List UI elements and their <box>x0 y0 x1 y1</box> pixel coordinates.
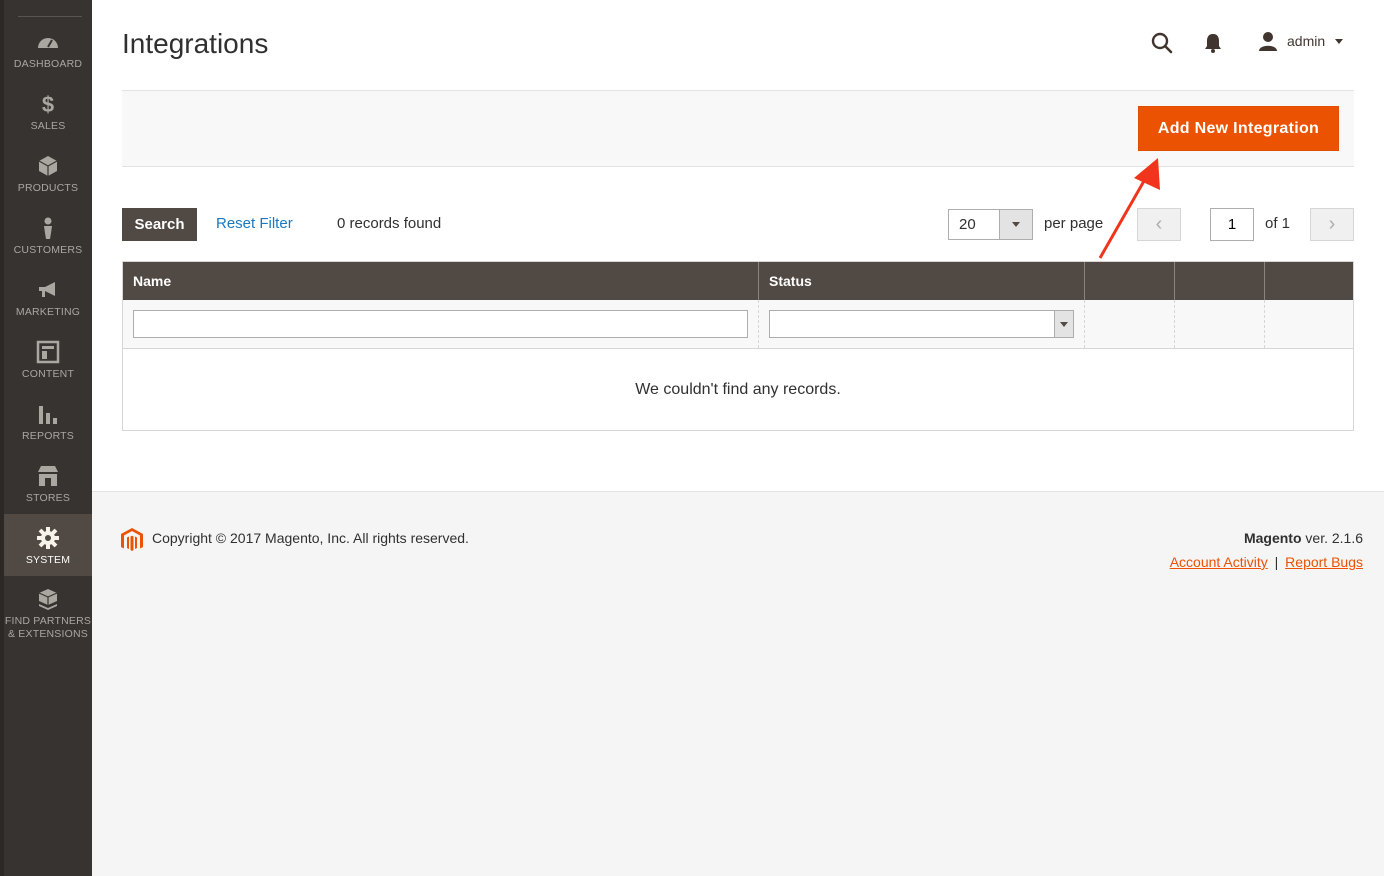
sidebar-item-find-partners[interactable]: FIND PARTNERS & EXTENSIONS <box>4 588 92 644</box>
sidebar-item-label: SALES <box>30 120 66 132</box>
cube-icon <box>38 156 58 176</box>
user-icon <box>1259 32 1277 51</box>
filter-cell-name <box>123 300 759 348</box>
magento-logo-icon <box>121 528 143 551</box>
grid-header-row: Name Status <box>123 262 1353 300</box>
column-header-empty <box>1085 262 1175 300</box>
sidebar-item-label: PRODUCTS <box>17 182 79 194</box>
sidebar-item-products[interactable]: PRODUCTS <box>4 154 92 216</box>
boxes-icon <box>38 589 58 610</box>
name-filter-input[interactable] <box>133 310 748 338</box>
sidebar-divider <box>18 16 82 17</box>
sidebar-item-customers[interactable]: CUSTOMERS <box>4 216 92 278</box>
bell-icon[interactable] <box>1203 32 1223 54</box>
sidebar-item-content[interactable]: CONTENT <box>4 340 92 402</box>
sidebar-item-label: FIND PARTNERS <box>4 615 92 627</box>
sidebar-item-sales[interactable]: $ SALES <box>4 92 92 154</box>
column-header-empty <box>1265 262 1353 300</box>
add-new-integration-button[interactable]: Add New Integration <box>1138 106 1339 151</box>
megaphone-icon <box>39 282 55 297</box>
filter-cell-empty <box>1085 300 1175 348</box>
per-page-dropdown-icon[interactable] <box>999 210 1032 239</box>
dashboard-icon <box>38 38 58 48</box>
account-activity-link[interactable]: Account Activity <box>1170 554 1268 570</box>
per-page-value: 20 <box>959 216 976 233</box>
chevron-down-icon <box>1335 39 1343 44</box>
sidebar-item-system[interactable]: SYSTEM <box>4 514 92 576</box>
sidebar-item-dashboard[interactable]: DASHBOARD <box>4 30 92 92</box>
layout-icon <box>36 340 60 364</box>
admin-sidebar: DASHBOARD $ SALES PRODUCTS CUSTOMERS MAR… <box>0 0 92 876</box>
per-page-select[interactable]: 20 <box>948 209 1033 240</box>
empty-grid-message: We couldn't find any records. <box>123 349 1353 430</box>
version-info: Magento ver. 2.1.6 <box>1244 530 1363 546</box>
page-number-input[interactable] <box>1210 208 1254 241</box>
page-footer: Copyright © 2017 Magento, Inc. All right… <box>92 491 1384 876</box>
chevron-right-icon: › <box>1328 213 1336 235</box>
user-menu[interactable]: admin <box>1258 30 1348 54</box>
reset-filter-link[interactable]: Reset Filter <box>216 215 293 232</box>
sidebar-item-label: REPORTS <box>22 430 74 442</box>
svg-text:$: $ <box>42 92 54 116</box>
column-header-status[interactable]: Status <box>759 262 1085 300</box>
filter-cell-empty <box>1175 300 1265 348</box>
filter-cell-status <box>759 300 1085 348</box>
status-filter-select[interactable] <box>769 310 1074 338</box>
gear-icon <box>37 527 59 549</box>
sidebar-item-label: CUSTOMERS <box>13 244 83 256</box>
sidebar-item-marketing[interactable]: MARKETING <box>4 278 92 340</box>
column-header-name[interactable]: Name <box>123 262 759 300</box>
sidebar-item-label: CONTENT <box>21 368 75 380</box>
sidebar-item-label: DASHBOARD <box>13 58 83 70</box>
sidebar-item-label: STORES <box>25 492 71 504</box>
main-content: Integrations admin Add New Integration S… <box>92 0 1384 491</box>
brand-name: Magento <box>1243 530 1302 546</box>
version-number: ver. 2.1.6 <box>1301 530 1363 546</box>
search-button[interactable]: Search <box>122 208 197 241</box>
store-icon <box>38 466 58 486</box>
integrations-grid: Name Status We couldn't find any records… <box>122 261 1354 431</box>
copyright-text: Copyright © 2017 Magento, Inc. All right… <box>152 530 469 546</box>
column-header-empty <box>1175 262 1265 300</box>
page-title: Integrations <box>122 28 269 59</box>
grid-filter-row <box>123 300 1353 349</box>
next-page-button[interactable]: › <box>1310 208 1354 241</box>
person-icon <box>44 217 52 239</box>
report-bugs-link[interactable]: Report Bugs <box>1285 554 1363 570</box>
link-separator: | <box>1274 554 1279 570</box>
records-found-count: 0 records found <box>337 215 442 232</box>
chevron-down-icon <box>1054 311 1073 337</box>
sidebar-item-reports[interactable]: REPORTS <box>4 402 92 464</box>
sidebar-item-label: SYSTEM <box>25 554 71 566</box>
sidebar-item-label-line2: & EXTENSIONS <box>7 628 88 640</box>
footer-links: Account Activity | Report Bugs <box>1170 554 1363 570</box>
filter-cell-empty <box>1265 300 1353 348</box>
annotation-arrow-icon <box>1098 158 1160 259</box>
dollar-icon: $ <box>42 92 54 116</box>
user-name: admin <box>1287 33 1326 49</box>
search-icon[interactable] <box>1150 31 1174 55</box>
bar-chart-icon <box>39 406 57 424</box>
page-total: of 1 <box>1265 215 1291 232</box>
sidebar-item-label: MARKETING <box>15 306 81 318</box>
